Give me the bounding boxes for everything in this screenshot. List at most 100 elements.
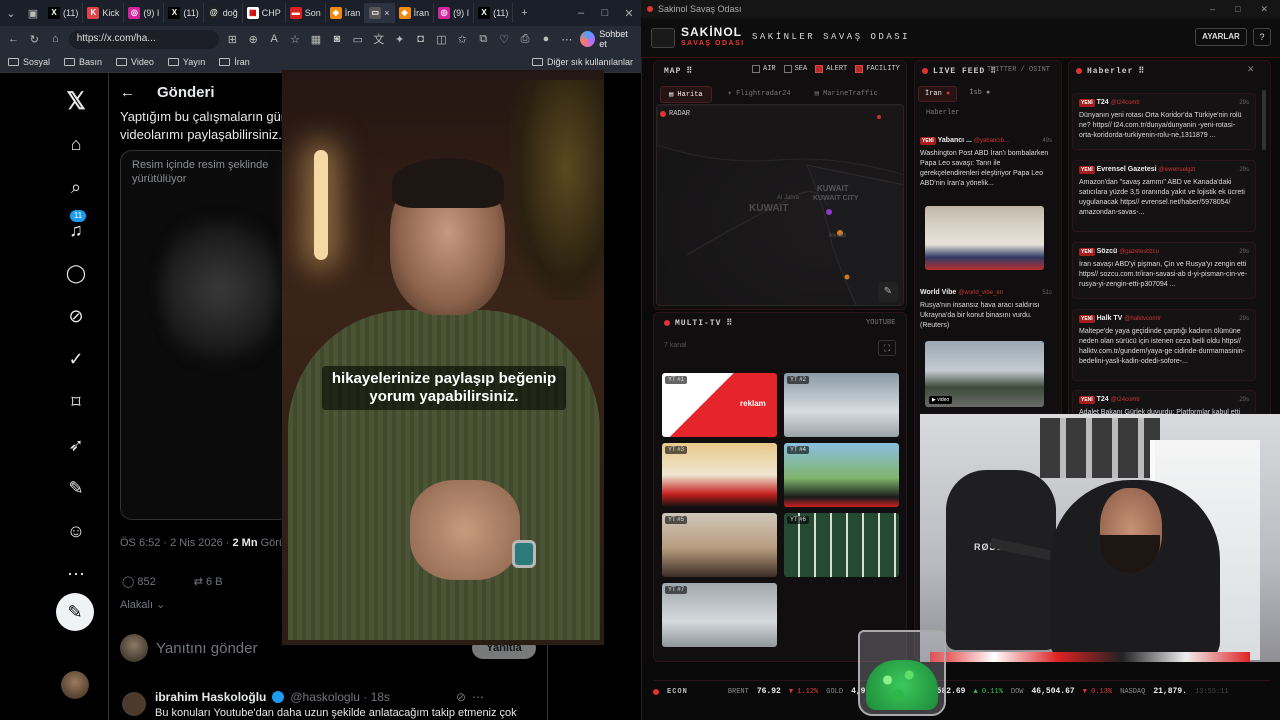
account-avatar[interactable] — [61, 671, 89, 699]
map-marker[interactable] — [826, 209, 832, 215]
tab[interactable]: X (11) — [474, 3, 514, 23]
grok-icon[interactable]: ⊘ — [456, 690, 466, 704]
edit-icon[interactable]: ✎ — [56, 467, 96, 510]
screenshot-icon[interactable]: ⎙ — [518, 33, 533, 46]
collections-icon[interactable]: ⧉ — [476, 33, 491, 46]
minimize-icon[interactable]: – — [569, 7, 593, 19]
favorite-star-icon[interactable]: ☆ — [288, 33, 303, 46]
map-marker[interactable] — [844, 274, 850, 280]
tab[interactable]: ◆ İran — [395, 3, 435, 23]
tab-isb[interactable]: İsb ● — [963, 86, 996, 102]
tab-active[interactable]: ▭ × — [365, 3, 395, 23]
profile-icon[interactable]: ☺ — [56, 510, 96, 553]
toggle-facility[interactable]: FACILITY — [855, 65, 900, 73]
map-draw-pen-icon[interactable]: ✎ — [878, 282, 898, 302]
close-icon[interactable]: ✕ — [1260, 4, 1268, 15]
favorites-icon[interactable]: ✩ — [455, 33, 470, 46]
tab[interactable]: K Kick — [83, 3, 125, 23]
profile-avatar-icon[interactable]: ● — [539, 33, 554, 45]
close-panel-icon[interactable]: ✕ — [1247, 64, 1255, 75]
tv-channel-7[interactable]: YT #7 — [662, 583, 777, 647]
tab-marinetraffic[interactable]: ▤ MarineTraffic — [807, 86, 886, 103]
map-view[interactable]: KUWAIT KUWAIT CITY Al Jahra Ahmadi KUWAI… — [656, 104, 904, 306]
rocket-icon[interactable]: ➶ — [56, 424, 96, 467]
reply-author-name[interactable]: ibrahim Haskoloğlu — [155, 690, 266, 704]
compose-post-button[interactable]: ✎ — [56, 593, 94, 631]
toggle-sea[interactable]: SEA — [783, 65, 807, 73]
more-icon[interactable]: ⋯ — [472, 690, 484, 704]
tv-channel-4[interactable]: YT #4 — [784, 443, 899, 507]
checkbox[interactable] — [783, 65, 792, 73]
new-tab-plus-icon[interactable]: + — [513, 3, 535, 23]
minimize-icon[interactable]: – — [1210, 4, 1215, 15]
back-arrow-icon[interactable]: ← — [6, 33, 21, 45]
tv-channel-6[interactable]: YT #6 — [784, 513, 899, 577]
x-logo-icon[interactable]: 𝕏 — [56, 80, 96, 123]
tab-actions-chevron-icon[interactable]: ⌄ — [0, 3, 22, 23]
tab[interactable]: X (11) — [164, 3, 204, 23]
more-circle-icon[interactable]: ⋯ — [56, 553, 96, 596]
copilot-chat-button[interactable]: Sohbet et — [580, 29, 635, 49]
extension-icon[interactable]: ◙ — [329, 33, 344, 45]
split-screen-icon[interactable]: ◫ — [434, 33, 449, 46]
drag-handle-icon[interactable]: ⠿ — [686, 66, 693, 76]
news-card[interactable]: YENİ T24 @t24comtr 29s Adalet Bakanı Gür… — [1072, 390, 1256, 416]
news-scrollbar[interactable] — [1262, 90, 1266, 150]
avatar[interactable] — [122, 692, 146, 716]
maximize-icon[interactable]: □ — [1235, 4, 1240, 15]
home-icon[interactable]: ⌂ — [56, 123, 96, 166]
checkbox[interactable] — [752, 65, 760, 73]
tab[interactable]: ▬ Son — [286, 3, 326, 23]
more-icon[interactable]: ⋯ — [559, 33, 574, 46]
tab-iran[interactable]: İran ● — [918, 86, 958, 102]
read-aloud-icon[interactable]: A — [267, 33, 282, 45]
tv-channel-1[interactable]: YT #1 reklam — [662, 373, 777, 437]
repost-action[interactable]: ⇄ 6 B — [194, 575, 223, 588]
toggle-alert[interactable]: ALERT — [815, 65, 847, 73]
search-icon[interactable]: ⌕ — [56, 166, 96, 209]
drag-handle-icon[interactable]: ⠿ — [1138, 66, 1145, 76]
checkbox-checked[interactable] — [815, 65, 824, 73]
reply-action[interactable]: ◯ 852 — [122, 575, 156, 588]
tv-channel-3[interactable]: YT #3 — [662, 443, 777, 507]
news-card[interactable]: YENİ Halk TV @halktvcomtr 29s Maltepe'de… — [1072, 309, 1256, 381]
news-card[interactable]: YENİ Sözcü @gazetesozcu 29s İran savaşı … — [1072, 242, 1256, 299]
bookmarks-icon[interactable]: ⌑ — [56, 381, 96, 424]
messages-icon[interactable]: ◯ — [56, 252, 96, 295]
browser-essentials-icon[interactable]: ♡ — [497, 33, 512, 46]
close-icon[interactable]: ✕ — [617, 7, 641, 20]
other-bookmarks-folder[interactable]: Diğer sık kullanılanlar — [531, 57, 633, 67]
tab-flightradar[interactable]: ✈ Flightradar24 — [720, 86, 799, 103]
news-card[interactable]: YENİ T24 @t24comtr 29s Dünyanın yeni rot… — [1072, 93, 1256, 150]
zoom-icon[interactable]: ⊕ — [246, 33, 261, 46]
tab[interactable]: ◆ İran — [326, 3, 366, 23]
news-card[interactable]: YENİ Evrensel Gazetesi @evrenselgzt 29s … — [1072, 160, 1256, 232]
map-marker[interactable] — [877, 115, 881, 119]
bookmark-folder[interactable]: Sosyal — [8, 57, 50, 67]
extension-icon[interactable]: ◘ — [413, 33, 428, 45]
bookmark-folder[interactable]: Yayın — [167, 57, 205, 67]
tab[interactable]: @ doğ — [204, 3, 243, 23]
refresh-icon[interactable]: ↻ — [27, 33, 42, 46]
checkbox-checked[interactable] — [855, 65, 864, 73]
feed-card[interactable]: World Vibe @world_vibe_en 51s Rusya'nın i… — [920, 288, 1056, 331]
translate-icon[interactable]: 文 — [371, 31, 386, 47]
reply-composer[interactable]: Yanıtını gönder — [120, 634, 257, 662]
settings-button[interactable]: AYARLAR — [1195, 28, 1247, 46]
tab-harita[interactable]: ▤ Harita — [660, 86, 712, 103]
bookmark-folder[interactable]: İran — [219, 57, 250, 67]
url-field[interactable]: https://x.com/ha... — [68, 29, 219, 49]
tab[interactable]: X (11) — [44, 3, 84, 23]
verified-icon[interactable]: ✓ — [56, 338, 96, 381]
apps-icon[interactable]: ⊞ — [225, 33, 240, 46]
extension-icon[interactable]: ▭ — [350, 33, 365, 46]
drag-handle-icon[interactable]: ⠿ — [726, 318, 733, 328]
back-arrow-icon[interactable]: ← — [120, 84, 135, 101]
maximize-icon[interactable]: □ — [593, 7, 617, 19]
feed-subtab[interactable]: Haberler — [926, 109, 960, 117]
feed-card[interactable]: YENİ Yabancı ... @yabancib... 49s Washing… — [920, 136, 1056, 189]
tab[interactable]: ▦ CHP — [243, 3, 286, 23]
tab[interactable]: ◎ (9) I — [124, 3, 165, 23]
toggle-air[interactable]: AIR — [752, 65, 776, 73]
bookmark-folder[interactable]: Video — [116, 57, 154, 67]
